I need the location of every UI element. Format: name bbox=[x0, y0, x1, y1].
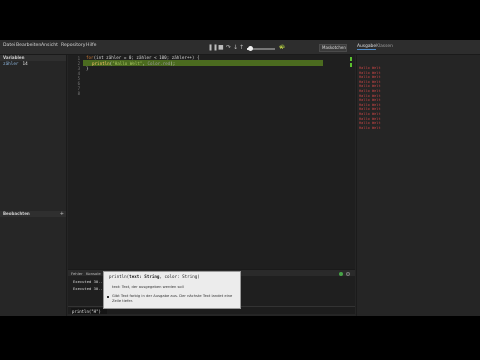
code-line-3: } bbox=[86, 66, 89, 71]
step-out-icon[interactable]: ↑ bbox=[239, 44, 244, 51]
popup-sig-name: println( bbox=[109, 274, 130, 279]
variable-name: zähler bbox=[3, 62, 19, 67]
output-line: Hallo Welt bbox=[359, 70, 381, 75]
variables-panel: Variablen zähler 14 bbox=[0, 55, 67, 211]
output-line: Hallo Welt bbox=[359, 102, 381, 107]
add-watch-button[interactable]: + bbox=[60, 211, 64, 217]
variable-value: 14 bbox=[22, 62, 28, 67]
popup-signature: println(text: String, color: String) bbox=[109, 274, 200, 279]
step-over-icon[interactable]: ↷ bbox=[226, 44, 231, 51]
output-line: Hallo Welt bbox=[359, 107, 381, 112]
stop-icon[interactable]: ■ bbox=[218, 44, 224, 51]
popup-param-doc: text: Text, der ausgegeben werden soll bbox=[112, 285, 184, 289]
paren-close: ); bbox=[170, 60, 176, 66]
line-number-gutter: 1 2 3 4 5 6 7 8 bbox=[68, 55, 82, 269]
menu-repository[interactable]: Repository bbox=[61, 43, 85, 48]
color-arg: Color.red bbox=[147, 60, 171, 66]
keyword-for: for bbox=[86, 55, 94, 60]
bullet-icon bbox=[107, 296, 109, 298]
ide-window: Datei Bearbeiten Ansicht Repository Hilf… bbox=[0, 40, 480, 316]
speed-slider-thumb[interactable] bbox=[247, 46, 253, 51]
output-line: Hallo Welt bbox=[359, 112, 381, 116]
tab-output[interactable]: Ausgabe bbox=[357, 44, 377, 50]
menu-ansicht[interactable]: Ansicht bbox=[41, 43, 58, 48]
step-into-icon[interactable]: ↓ bbox=[233, 44, 238, 51]
console-line: Executed 30... bbox=[73, 286, 106, 291]
string-literal: "Hallo Welt" bbox=[112, 60, 143, 66]
clear-icon[interactable] bbox=[346, 271, 350, 276]
scrollbar-marker bbox=[350, 63, 352, 67]
autocomplete-popup: println(text: String, color: String) tex… bbox=[103, 271, 241, 309]
code-line-2: println("Hallo Welt", Color.red); bbox=[92, 61, 175, 66]
for-header: (int zähler = 0; zähler < 100; zähler++) bbox=[93, 55, 195, 60]
line-number: 8 bbox=[77, 91, 80, 96]
output-line: Hallo Welt bbox=[359, 89, 381, 93]
watch-header: Beobachten + bbox=[0, 211, 66, 217]
popup-sig-active-param: text: String bbox=[129, 274, 160, 279]
output-line: Hallo Welt bbox=[359, 75, 381, 80]
output-line: Hallo Welt bbox=[359, 98, 381, 103]
speed-icon: 🐢 bbox=[279, 44, 286, 50]
popup-sig-rest: , color: String) bbox=[159, 274, 200, 279]
mode-dropdown[interactable]: Maskotchen Tingel bbox=[319, 44, 347, 52]
console-line: Executed 30... bbox=[73, 279, 106, 284]
variable-row[interactable]: zähler 14 bbox=[0, 61, 66, 68]
popup-description: Gibt Text farbig in der Ausgabe aus. Der… bbox=[112, 294, 233, 303]
console-input[interactable] bbox=[71, 308, 107, 314]
scrollbar-marker bbox=[350, 57, 352, 61]
menu-bearbeiten[interactable]: Bearbeiten bbox=[16, 43, 41, 48]
open-brace: { bbox=[194, 55, 200, 60]
output-line: Hallo Welt bbox=[359, 121, 381, 126]
output-line: Hallo Welt bbox=[359, 125, 381, 130]
status-ok-icon bbox=[339, 271, 343, 276]
output-line: Hallo Welt bbox=[359, 116, 381, 121]
code-editor[interactable]: 1 2 3 4 5 6 7 8 for(int zähler = 0; zähl… bbox=[68, 55, 355, 269]
speed-slider[interactable] bbox=[247, 46, 275, 51]
menu-hilfe[interactable]: Hilfe bbox=[86, 43, 96, 48]
tab-classes[interactable]: Klassen bbox=[376, 44, 393, 49]
code-line-1: for(int zähler = 0; zähler < 100; zähler… bbox=[86, 55, 199, 60]
watch-panel: Beobachten + bbox=[0, 211, 67, 316]
menu-datei[interactable]: Datei bbox=[3, 43, 15, 48]
watch-title: Beobachten bbox=[3, 211, 30, 216]
output-line: Hallo Welt bbox=[359, 79, 381, 84]
output-panel: Hallo Welt Hallo Welt Hallo Welt Hallo Welt… bbox=[356, 55, 480, 316]
output-line: Hallo Welt bbox=[359, 84, 381, 89]
play-pause-icon[interactable]: ❚❚ bbox=[208, 44, 218, 51]
menubar: Datei Bearbeiten Ansicht Repository Hilf… bbox=[0, 40, 480, 55]
output-line: Hallo Welt bbox=[359, 66, 381, 70]
variables-title: Variablen bbox=[3, 55, 25, 60]
function-println: println bbox=[92, 60, 110, 66]
output-line: Hallo Welt bbox=[359, 93, 381, 98]
